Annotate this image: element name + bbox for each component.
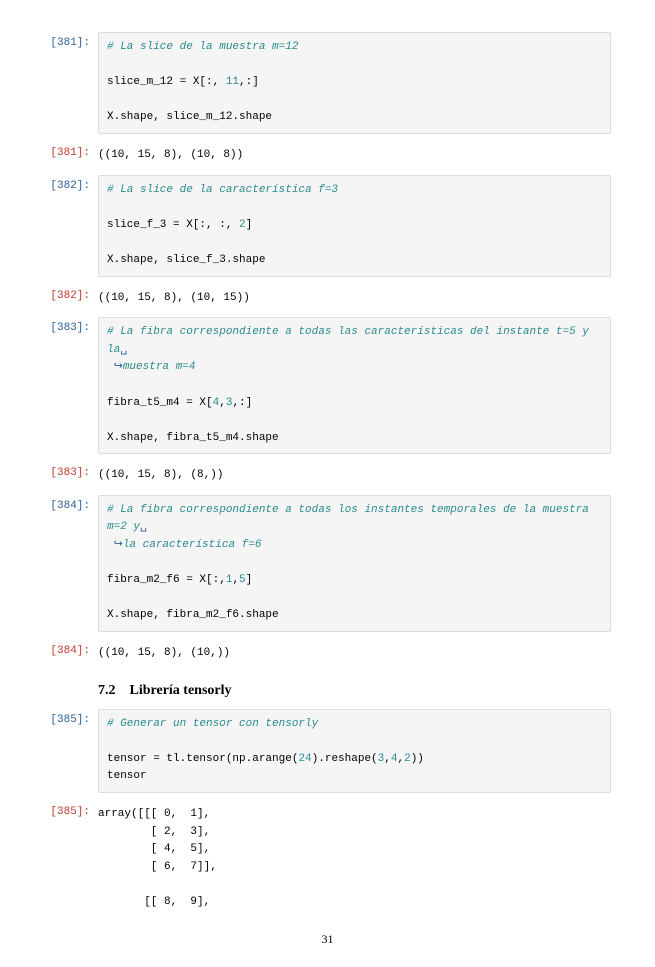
cell-382-output: [382]: ((10, 15, 8), (10, 15)) <box>44 285 611 310</box>
prompt-out-382: [382]: <box>44 285 98 302</box>
wrap-trail-icon: ␣ <box>140 521 147 533</box>
comment: # Generar un tensor con tensorly <box>107 718 318 730</box>
output-382: ((10, 15, 8), (10, 15)) <box>98 285 611 310</box>
code-line: , <box>384 753 391 765</box>
cell-385-output: [385]: array([[[ 0, 1], [ 2, 3], [ 4, 5]… <box>44 801 611 914</box>
code-line: ,:] <box>232 397 252 409</box>
num-literal: 24 <box>298 753 311 765</box>
code-line: slice_f_3 = X[:, :, <box>107 219 239 231</box>
code-line: ] <box>246 574 253 586</box>
comment: # La slice de la muestra m=12 <box>107 41 298 53</box>
num-literal: 5 <box>239 574 246 586</box>
code-385: # Generar un tensor con tensorly tensor … <box>98 709 611 793</box>
code-383: # La fibra correspondiente a todas las c… <box>98 317 611 454</box>
output-385: array([[[ 0, 1], [ 2, 3], [ 4, 5], [ 6, … <box>98 801 611 914</box>
num-literal: 2 <box>239 219 246 231</box>
code-line: fibra_m2_f6 = X[:, <box>107 574 226 586</box>
cell-382-input: [382]: # La slice de la característica f… <box>44 175 611 277</box>
comment: # La fibra correspondiente a todas los i… <box>107 504 596 534</box>
prompt-in-385: [385]: <box>44 709 98 726</box>
num-literal: 2 <box>404 753 411 765</box>
prompt-out-385: [385]: <box>44 801 98 818</box>
code-line: ).reshape( <box>312 753 378 765</box>
prompt-out-384: [384]: <box>44 640 98 657</box>
code-382: # La slice de la característica f=3 slic… <box>98 175 611 277</box>
cont-arrow-icon: ↪ <box>114 539 123 551</box>
num-literal: 11 <box>226 76 239 88</box>
prompt-in-382: [382]: <box>44 175 98 192</box>
output-383: ((10, 15, 8), (8,)) <box>98 462 611 487</box>
prompt-out-381: [381]: <box>44 142 98 159</box>
prompt-in-381: [381]: <box>44 32 98 49</box>
code-line: tensor = tl.tensor(np.arange( <box>107 753 298 765</box>
code-line: ,:] <box>239 76 259 88</box>
cell-384-output: [384]: ((10, 15, 8), (10,)) <box>44 640 611 665</box>
code-line: X.shape, slice_m_12.shape <box>107 111 272 123</box>
page: [381]: # La slice de la muestra m=12 sli… <box>0 0 655 967</box>
comment: # La slice de la característica f=3 <box>107 184 338 196</box>
wrap-trail-icon: ␣ <box>120 344 127 356</box>
cell-383-output: [383]: ((10, 15, 8), (8,)) <box>44 462 611 487</box>
comment: # La fibra correspondiente a todas las c… <box>107 326 596 356</box>
prompt-out-383: [383]: <box>44 462 98 479</box>
code-line: X.shape, slice_f_3.shape <box>107 254 265 266</box>
output-381: ((10, 15, 8), (10, 8)) <box>98 142 611 167</box>
code-line: X.shape, fibra_m2_f6.shape <box>107 609 279 621</box>
code-line: fibra_t5_m4 = X[ <box>107 397 213 409</box>
cont-arrow-icon: ↪ <box>114 361 123 373</box>
cell-385-input: [385]: # Generar un tensor con tensorly … <box>44 709 611 793</box>
code-line: slice_m_12 = X[:, <box>107 76 226 88</box>
cell-384-input: [384]: # La fibra correspondiente a toda… <box>44 495 611 632</box>
code-381: # La slice de la muestra m=12 slice_m_12… <box>98 32 611 134</box>
code-line: X.shape, fibra_t5_m4.shape <box>107 432 279 444</box>
prompt-in-384: [384]: <box>44 495 98 512</box>
code-line: ] <box>246 219 253 231</box>
section-title: Librería tensorly <box>130 683 232 698</box>
section-heading: 7.2 Librería tensorly <box>98 683 611 699</box>
cell-383-input: [383]: # La fibra correspondiente a toda… <box>44 317 611 454</box>
cell-381-input: [381]: # La slice de la muestra m=12 sli… <box>44 32 611 134</box>
cell-381-output: [381]: ((10, 15, 8), (10, 8)) <box>44 142 611 167</box>
prompt-in-383: [383]: <box>44 317 98 334</box>
output-384: ((10, 15, 8), (10,)) <box>98 640 611 665</box>
section-number: 7.2 <box>98 683 116 698</box>
code-line: tensor <box>107 770 147 782</box>
code-384: # La fibra correspondiente a todas los i… <box>98 495 611 632</box>
page-number: 31 <box>44 932 611 947</box>
comment: muestra m=4 <box>123 361 196 373</box>
comment: la característica f=6 <box>123 539 262 551</box>
code-line: )) <box>411 753 424 765</box>
code-line: , <box>219 397 226 409</box>
